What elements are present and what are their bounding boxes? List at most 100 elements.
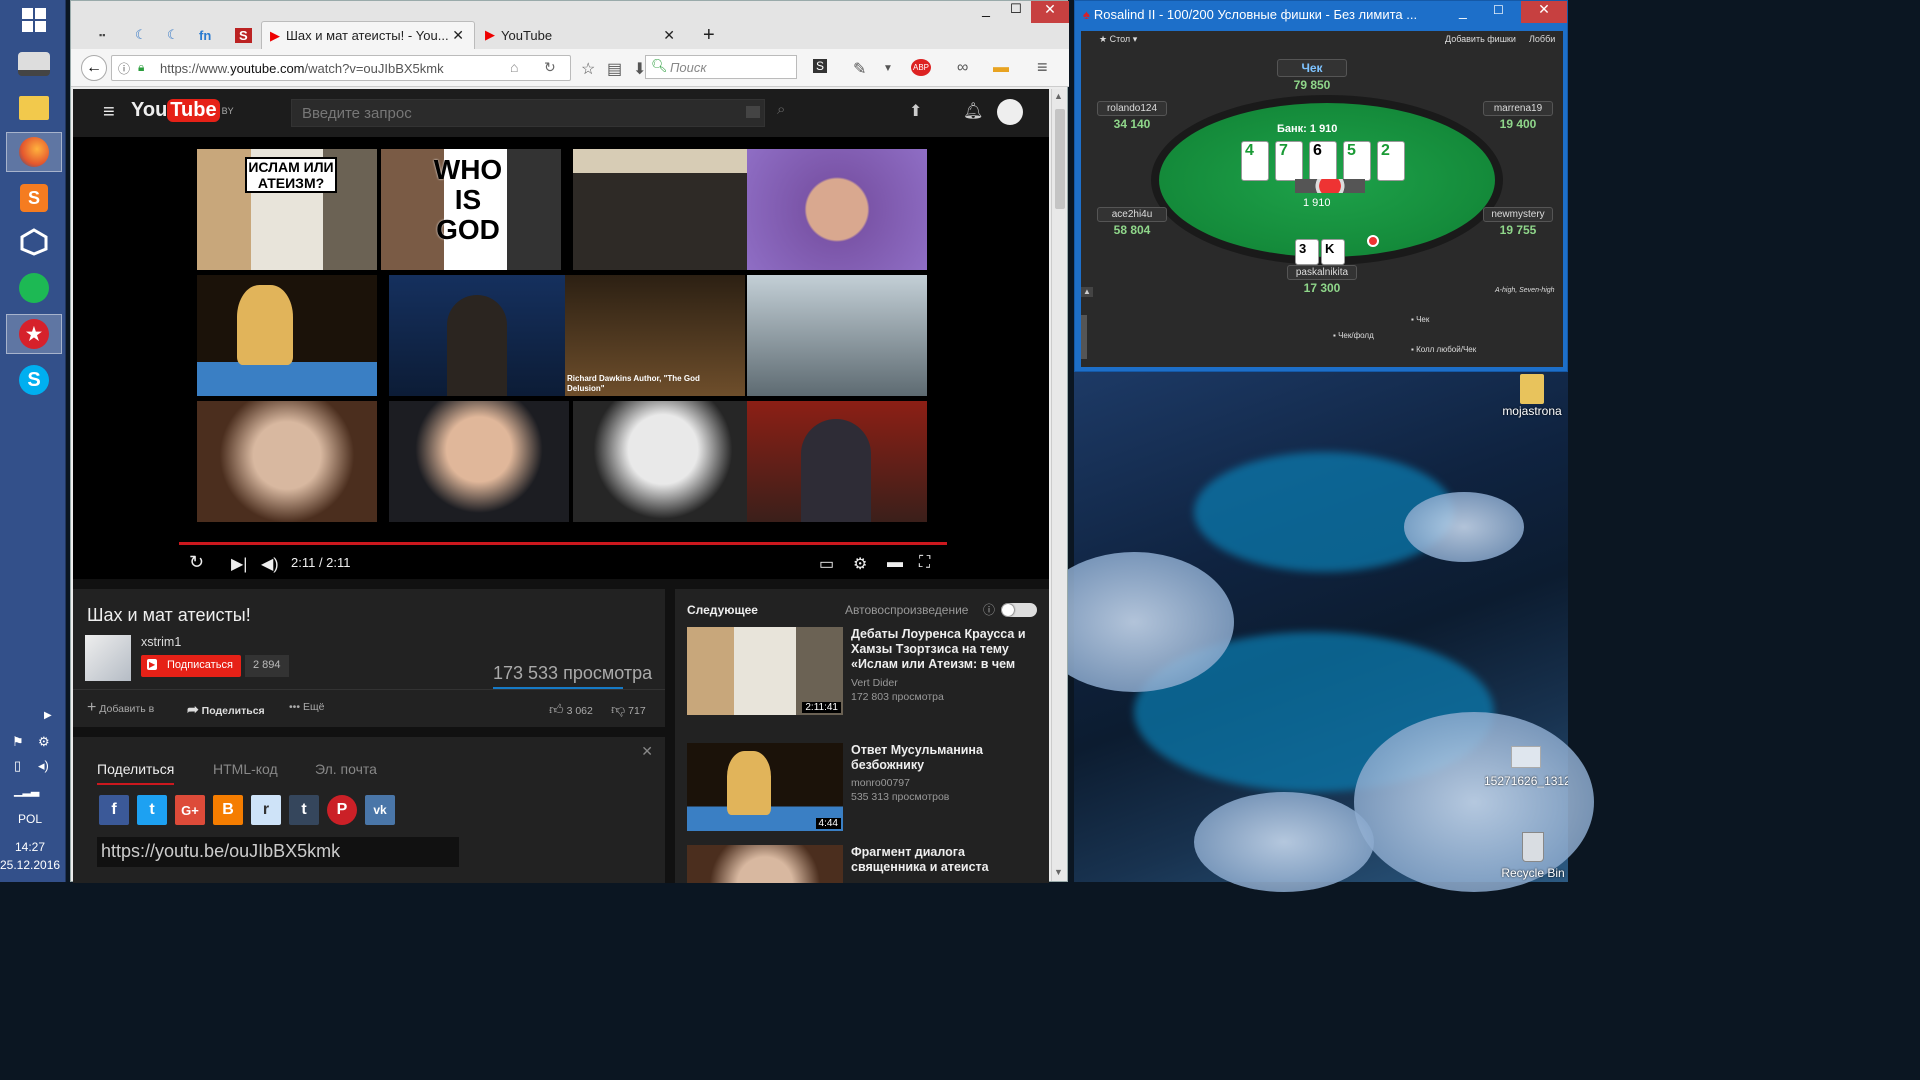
seat-newmystery[interactable]: newmystery 19 755 [1483,207,1553,237]
scrollbar-thumb[interactable] [1055,109,1065,209]
pinned-tab-5[interactable]: S [227,21,261,49]
google-plus-share-icon[interactable]: G+ [175,795,205,825]
file-explorer-icon[interactable] [6,88,62,128]
reddit-share-icon[interactable]: r [251,795,281,825]
subscribe-button[interactable]: ▶ Подписаться [141,655,241,677]
chevron-down-icon[interactable]: ▼ [883,63,893,74]
info-icon[interactable]: ⓘ [983,601,995,618]
close-tab-icon[interactable]: ✕ [663,27,675,44]
desktop-icon-image-file[interactable]: 15271626_1312... [1484,746,1568,788]
tab-share[interactable]: Поделиться [97,761,175,785]
unity-icon[interactable] [6,222,62,262]
tumblr-share-icon[interactable]: t [289,795,319,825]
minimize-icon[interactable]: _ [971,1,1001,23]
endscreen-thumb-3[interactable] [573,149,753,270]
volume-icon[interactable]: ◀) [261,554,279,574]
lobby-button[interactable]: Лобби [1529,34,1555,44]
endscreen-thumb-9[interactable] [197,401,377,522]
spotify-icon[interactable] [6,268,62,308]
progress-bar[interactable] [179,542,947,545]
tab-embed[interactable]: HTML-код [213,761,278,777]
table-menu[interactable]: ★ Стол ▾ [1099,34,1137,45]
clock-date[interactable]: 25.12.2016 [0,858,60,872]
seat-rolando124[interactable]: rolando124 34 140 [1097,101,1167,131]
flag-icon[interactable]: ⚑ [12,734,24,750]
avatar[interactable] [997,99,1023,125]
scroll-down-icon[interactable]: ▼ [1054,867,1063,877]
add-to-button[interactable]: + Добавить в [87,699,154,717]
fullscreen-icon[interactable]: ⛶ [919,554,930,572]
desktop-icon-recycle-bin[interactable]: Recycle Bin [1498,832,1568,880]
facebook-share-icon[interactable]: f [99,795,129,825]
close-tab-icon[interactable]: ✕ [452,27,464,44]
theater-mode-icon[interactable]: ▬ [887,554,903,572]
keyboard-icon[interactable] [746,106,760,118]
search-icon[interactable]: ⌕ [777,101,785,118]
upload-icon[interactable]: ⬆ [909,101,922,121]
endscreen-thumb-5[interactable] [197,275,377,396]
bookmark-star-icon[interactable]: ☆ [581,59,595,79]
search-input[interactable]: 🔍︎ Поиск [645,55,797,79]
endscreen-thumb-4[interactable] [747,149,927,270]
signal-icon[interactable]: ▁▂▃ [14,784,39,797]
recommended-video-1[interactable]: 2:11:41 Дебаты Лоуренса Краусса и Хамзы … [687,627,1039,717]
storage-drive-icon[interactable] [6,44,62,84]
chat-panel-handle[interactable] [1081,315,1087,359]
settings-gear-icon[interactable]: ⚙ [853,554,867,574]
s-extension-icon[interactable]: S [813,59,828,73]
pokerstars-icon[interactable]: ★ [6,314,62,354]
dislike-button[interactable]: 👎︎ 717 [611,701,646,718]
reload-icon[interactable]: ↻ [544,59,556,76]
endscreen-thumb-12[interactable] [747,401,927,522]
endscreen-thumb-6[interactable] [389,275,569,396]
network-share-icon[interactable]: ⚙ [38,734,50,750]
add-chips-button[interactable]: Добавить фишки [1445,34,1516,44]
endscreen-thumb-10[interactable] [389,401,569,522]
close-window-icon[interactable]: ✕ [1521,1,1567,23]
maximize-icon[interactable]: ☐ [1001,1,1031,23]
bell-icon[interactable]: 🔔︎ [963,101,983,121]
tab-youtube[interactable]: ▶ YouTube ✕ [477,21,685,49]
firefox-icon[interactable] [6,132,62,172]
pinned-tab-1[interactable]: ▪▪ [91,21,127,49]
endscreen-thumb-2[interactable]: WHO IS GOD [381,149,561,270]
battery-icon[interactable]: ▯ [14,758,21,774]
minimize-icon[interactable]: _ [1459,3,1467,19]
video-title[interactable]: Дебаты Лоуренса Краусса и Хамзы Тзортзис… [851,627,1037,672]
option-check-fold[interactable]: ▪ Чек/фолд [1333,331,1374,340]
back-button[interactable]: ← [81,55,107,81]
close-icon[interactable]: ✕ [641,743,653,760]
next-icon[interactable]: ▶| [231,554,247,574]
seat-ace2hi4u[interactable]: ace2hi4u 58 804 [1097,207,1167,237]
url-bar[interactable]: ⓘ 🔒︎ https://www.youtube.com/watch?v=ouJ… [111,55,571,81]
replay-icon[interactable]: ↻ [189,552,204,573]
language-indicator[interactable]: POL [0,812,60,826]
side-panel-toggle[interactable]: ▲ [1081,287,1093,297]
tab-email[interactable]: Эл. почта [315,761,377,777]
vk-share-icon[interactable]: vk [365,795,395,825]
twitter-share-icon[interactable]: t [137,795,167,825]
option-call-any-check[interactable]: ▪ Колл любой/Чек [1411,345,1476,354]
chevron-right-icon[interactable]: ▶ [44,710,52,721]
share-button[interactable]: ➦ Поделиться [187,701,265,718]
option-check[interactable]: ▪ Чек [1411,315,1429,324]
channel-name[interactable]: xstrim1 [141,635,181,649]
share-link-field[interactable]: https://youtu.be/ouJIbBX5kmk [97,837,459,867]
extension-icon[interactable]: ▬ [993,59,1009,77]
like-button[interactable]: 👍︎ 3 062 [549,701,593,718]
volume-icon[interactable]: ◂) [38,758,49,774]
skype-icon[interactable]: S [6,360,62,400]
guide-menu-icon[interactable]: ≡ [103,101,115,124]
more-actions-button[interactable]: ••• Ещё [289,701,324,713]
seat-hero-paskalnikita[interactable]: paskalnikita 17 300 [1287,265,1357,295]
windows-logo-icon[interactable] [6,0,62,40]
pinned-tab-2[interactable]: ☾ [127,21,159,49]
new-tab-button[interactable]: + [695,21,725,49]
recommended-video-3[interactable]: Фрагмент диалога священника и атеиста [687,845,1039,883]
page-scrollbar[interactable]: ▲ ▼ [1051,89,1067,881]
video-thumbnail[interactable]: 4:44 [687,743,843,831]
sublime-text-icon[interactable]: S [6,178,62,218]
maximize-icon[interactable]: ☐ [1493,3,1504,17]
endscreen-thumb-8[interactable] [747,275,927,396]
home-icon[interactable]: ⌂ [510,59,518,75]
